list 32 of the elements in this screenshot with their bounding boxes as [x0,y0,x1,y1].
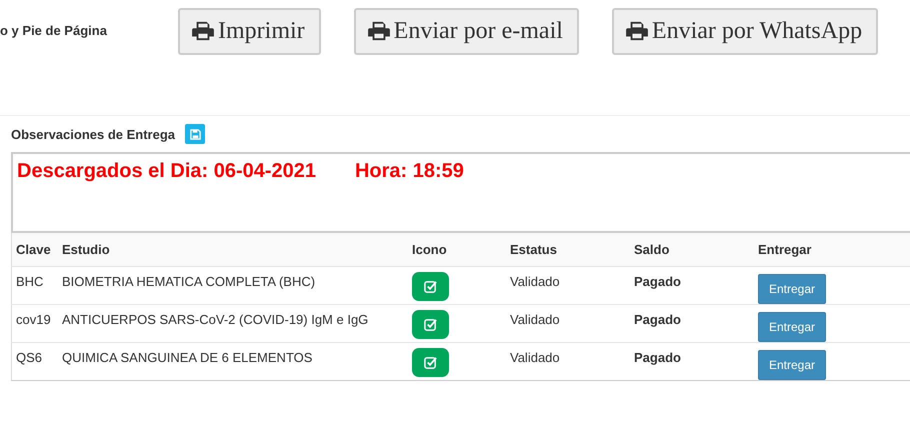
table-cell: ANTICUERPOS SARS-CoV-2 (COVID-19) IgM e IgG [58,304,408,342]
printer-icon [192,21,214,41]
deliver-button[interactable]: Entregar [758,350,826,380]
table-cell: BHC [12,266,58,304]
printer-icon [368,21,390,41]
table-cell: cov19 [12,304,58,342]
column-header: Icono [408,233,506,266]
column-header: Estatus [506,233,630,266]
section-label: o y Pie de Página [0,22,108,38]
table-cell: Pagado [630,266,754,304]
action-button[interactable]: Imprimir [178,8,321,54]
table-cell: BIOMETRIA HEMATICA COMPLETA (BHC) [58,266,408,304]
table-cell: Pagado [630,304,754,342]
action-button[interactable]: Enviar por WhatsApp [612,8,878,54]
column-header: Estudio [58,233,408,266]
save-button[interactable] [185,124,206,144]
field-label: Observaciones de Entrega [11,126,176,142]
table-cell: Pagado [630,342,754,380]
action-button[interactable]: Enviar por e-mail [354,8,579,54]
table-cell: Validado [506,342,630,380]
column-header: Clave [12,233,58,266]
deliver-button[interactable]: Entregar [758,274,826,304]
table-cell: Validado [506,304,630,342]
table-cell: Validado [506,266,630,304]
save-icon [190,128,201,140]
table-cell: QUIMICA SANGUINEA DE 6 ELEMENTOS [58,342,408,380]
notes-field[interactable]: Descargados el Dia: 06-04-2021 Hora: 18:59 [11,152,910,233]
column-header: Entregar [754,233,910,266]
deliver-button[interactable]: Entregar [758,312,826,342]
column-header: Saldo [630,233,754,266]
printer-icon [626,21,648,41]
table-cell: QS6 [12,342,58,380]
